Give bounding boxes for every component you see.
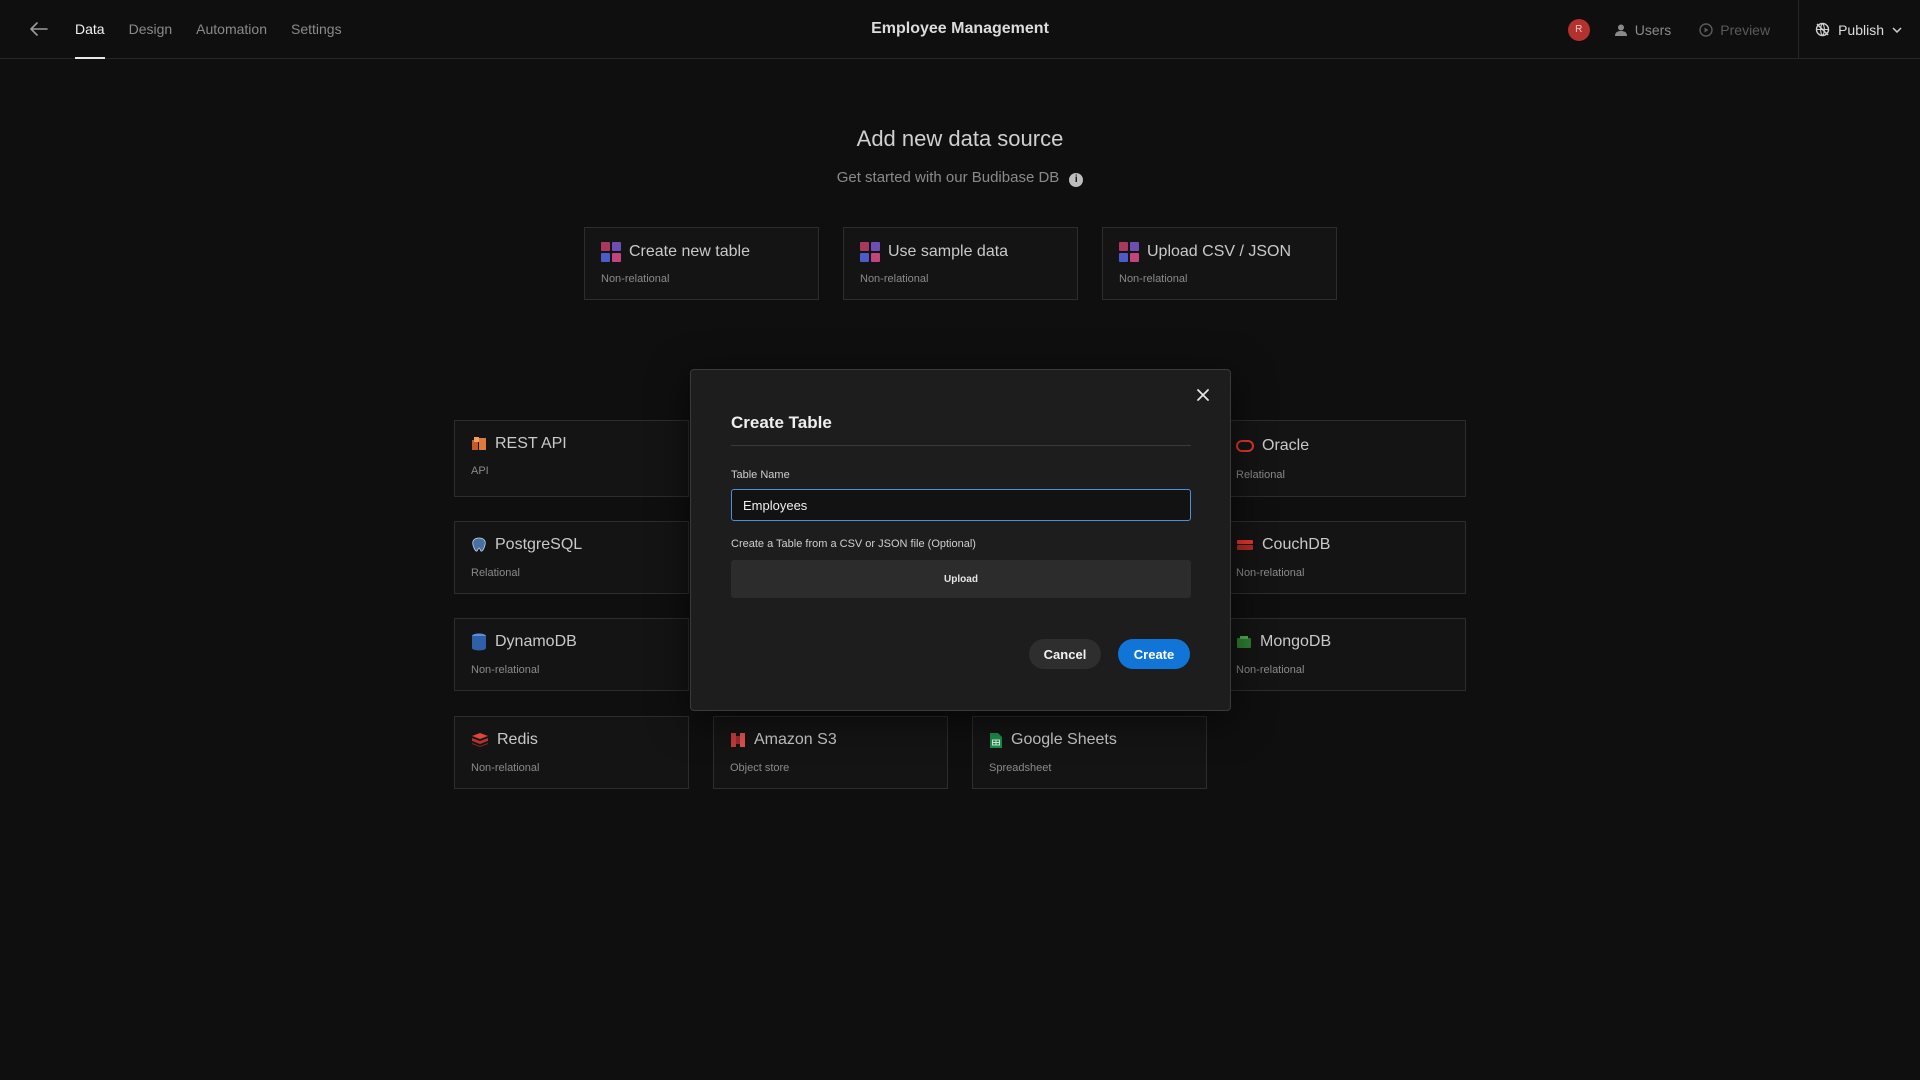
card-subtitle: Non-relational (860, 273, 929, 285)
dynamodb-card[interactable]: DynamoDB Non-relational (454, 618, 689, 691)
create-button[interactable]: Create (1118, 639, 1190, 669)
top-right-actions: R Users Preview Publish (1567, 0, 1920, 59)
budibase-icon (860, 242, 880, 262)
user-icon (1614, 24, 1627, 36)
rest-api-icon (472, 437, 486, 450)
card-title: CouchDB (1262, 536, 1331, 553)
card-subtitle: Non-relational (471, 762, 540, 774)
amazon-s3-icon (731, 733, 745, 747)
modal-divider (731, 445, 1191, 446)
card-subtitle: Non-relational (601, 273, 670, 285)
page-subtitle: Get started with our Budibase DB i (0, 169, 1920, 187)
chevron-down-icon (1892, 26, 1902, 33)
card-subtitle: Relational (471, 567, 520, 579)
upload-button[interactable]: Upload (731, 560, 1191, 598)
card-subtitle: Spreadsheet (989, 762, 1052, 774)
card-subtitle: Object store (730, 762, 790, 774)
amazon-s3-card[interactable]: Amazon S3 Object store (713, 716, 948, 789)
oracle-card[interactable]: Oracle Relational (1220, 420, 1466, 497)
card-subtitle: Non-relational (471, 664, 540, 676)
couchdb-icon (1237, 540, 1253, 550)
tab-automation[interactable]: Automation (196, 0, 267, 59)
nav-tabs: Data Design Automation Settings (75, 0, 366, 59)
postgresql-card[interactable]: PostgreSQL Relational (454, 521, 689, 594)
budibase-icon (1119, 242, 1139, 262)
google-sheets-card[interactable]: Google Sheets Spreadsheet (972, 716, 1207, 789)
preview-label: Preview (1720, 21, 1771, 38)
publish-button[interactable]: Publish (1798, 0, 1920, 59)
avatar[interactable]: R (1567, 18, 1590, 41)
back-arrow-icon[interactable] (28, 18, 50, 40)
card-title: MongoDB (1260, 633, 1332, 650)
file-upload-label: Create a Table from a CSV or JSON file (… (731, 538, 976, 550)
redis-icon (472, 733, 488, 747)
page-title: Add new data source (856, 126, 1064, 151)
users-button[interactable]: Users (1614, 21, 1672, 38)
card-title: PostgreSQL (495, 536, 583, 553)
close-icon[interactable] (1194, 386, 1212, 404)
use-sample-data-card[interactable]: Use sample data Non-relational (843, 227, 1078, 300)
budibase-icon (601, 242, 621, 262)
card-title: Upload CSV / JSON (1147, 243, 1292, 260)
card-title: DynamoDB (495, 633, 577, 650)
card-title: Oracle (1262, 437, 1310, 454)
top-bar: Data Design Automation Settings Employee… (0, 0, 1920, 59)
redis-card[interactable]: Redis Non-relational (454, 716, 689, 789)
publish-label: Publish (1838, 21, 1884, 38)
preview-button[interactable]: Preview (1699, 22, 1770, 38)
tab-data[interactable]: Data (75, 0, 105, 59)
create-new-table-card[interactable]: Create new table Non-relational (584, 227, 819, 300)
card-title: Google Sheets (1011, 731, 1117, 748)
postgresql-icon (472, 537, 486, 552)
card-title: Use sample data (888, 243, 1009, 260)
tab-design[interactable]: Design (129, 0, 173, 59)
cancel-button[interactable]: Cancel (1029, 639, 1101, 669)
card-title: Redis (497, 731, 538, 748)
card-subtitle: API (471, 465, 489, 477)
card-subtitle: Non-relational (1119, 273, 1188, 285)
card-subtitle: Non-relational (1236, 567, 1305, 579)
dynamodb-icon (472, 633, 486, 651)
mongodb-card[interactable]: MongoDB Non-relational (1220, 618, 1466, 691)
rest-api-card[interactable]: REST API API (454, 420, 689, 497)
mongodb-icon (1237, 636, 1251, 648)
users-label: Users (1634, 21, 1672, 38)
couchdb-card[interactable]: CouchDB Non-relational (1220, 521, 1466, 594)
card-title: REST API (495, 435, 567, 452)
oracle-icon (1236, 440, 1254, 452)
google-sheets-icon (990, 732, 1002, 748)
subtitle-text: Get started with our Budibase DB (836, 169, 1060, 186)
upload-csv-json-card[interactable]: Upload CSV / JSON Non-relational (1102, 227, 1337, 300)
info-icon[interactable]: i (1069, 172, 1084, 187)
modal-title: Create Table (731, 413, 832, 432)
create-table-modal: Create Table Table Name Create a Table f… (690, 369, 1231, 711)
table-name-input[interactable] (731, 489, 1191, 521)
card-title: Amazon S3 (754, 731, 837, 748)
globe-off-icon (1815, 22, 1830, 37)
play-circle-icon (1699, 22, 1713, 37)
card-subtitle: Non-relational (1236, 664, 1305, 676)
card-subtitle: Relational (1236, 469, 1285, 481)
tab-settings[interactable]: Settings (291, 0, 342, 59)
card-title: Create new table (629, 243, 750, 260)
table-name-label: Table Name (731, 469, 790, 481)
